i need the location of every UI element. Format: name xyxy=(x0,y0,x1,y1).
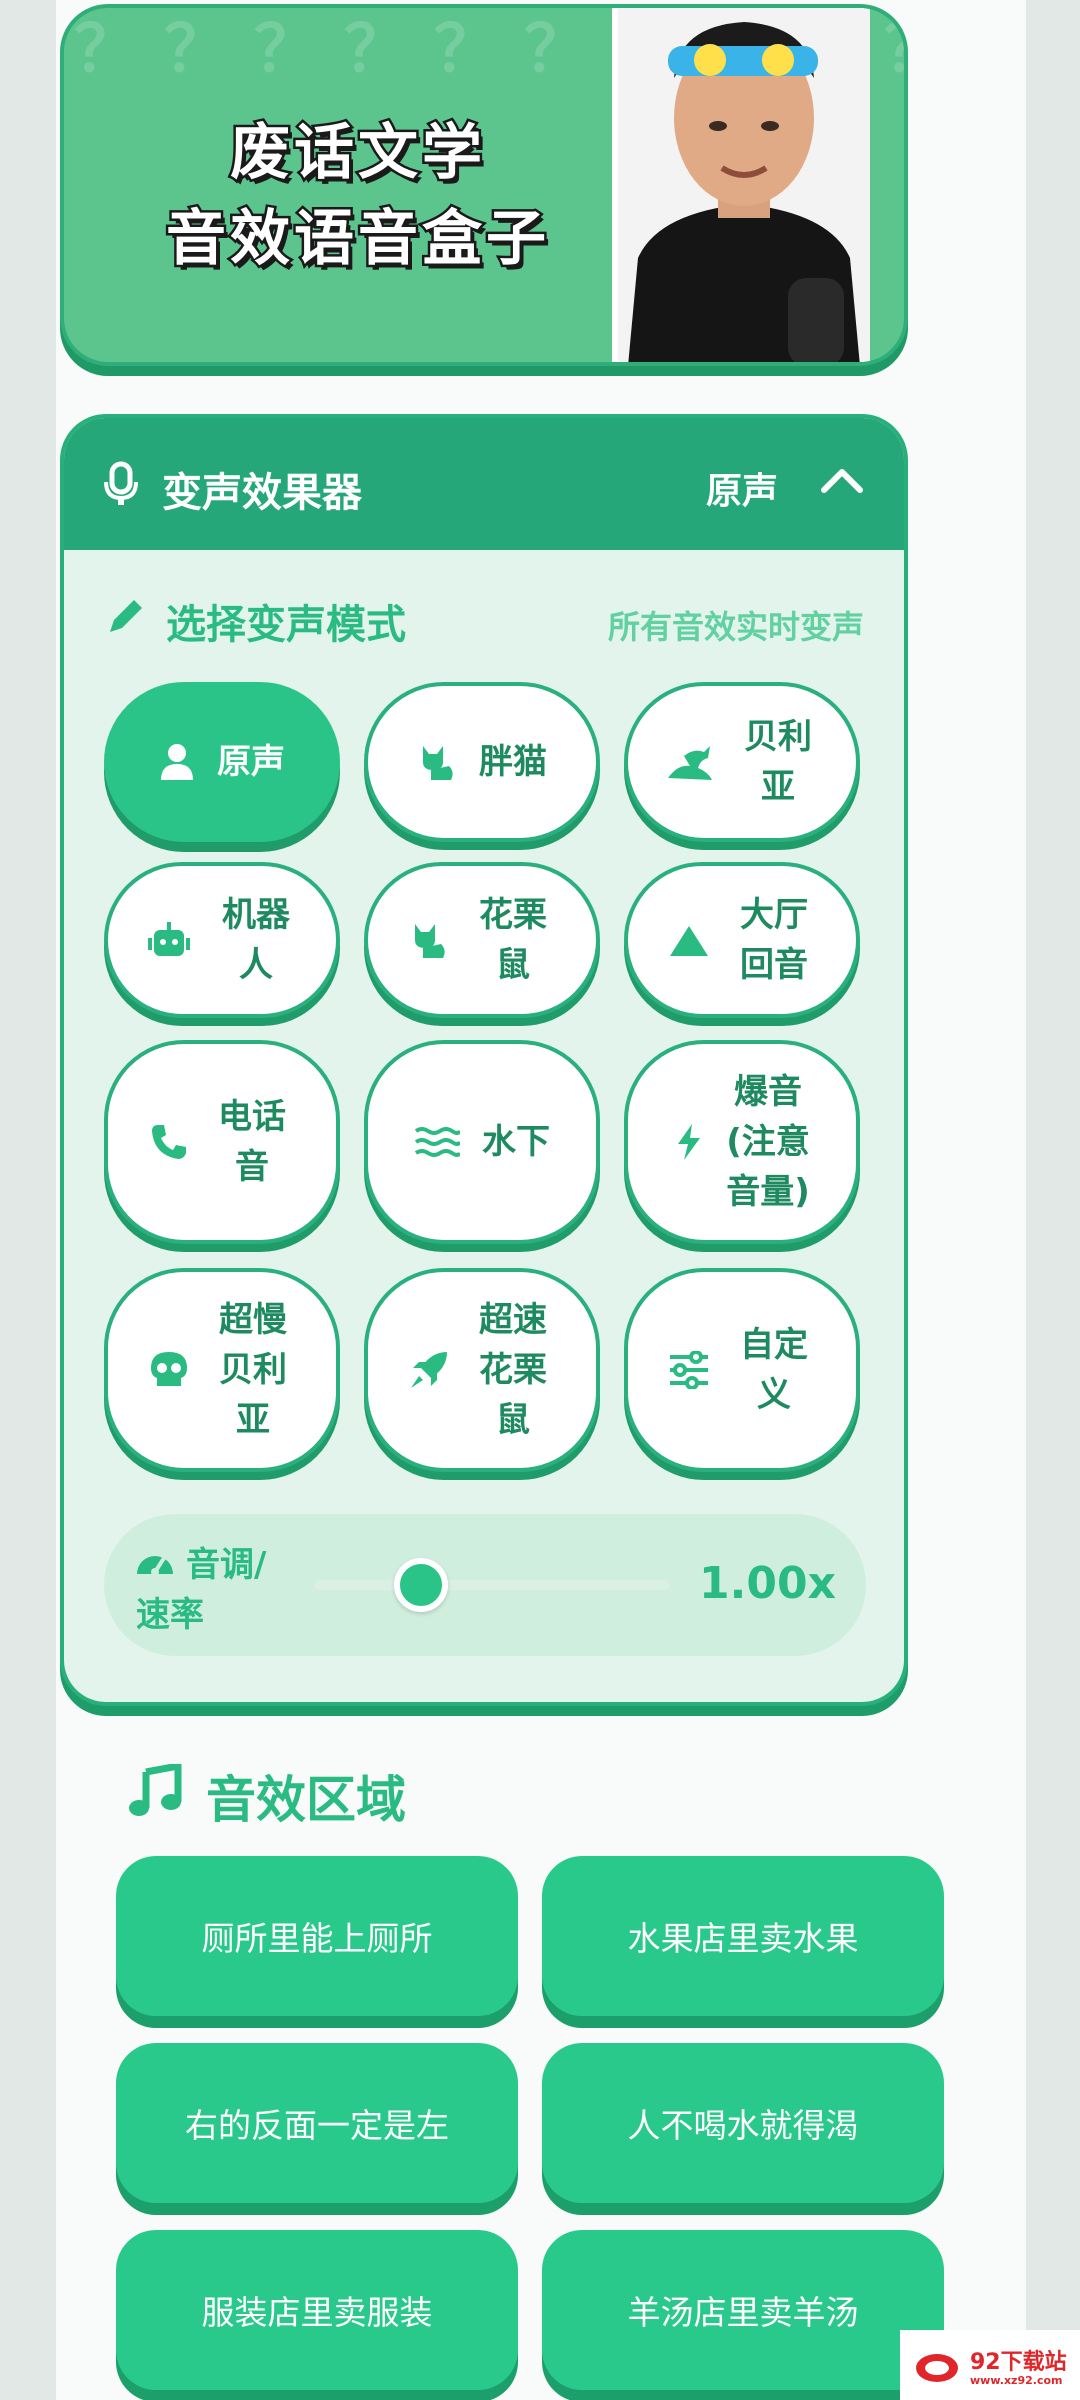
mode-button[interactable]: 胖猫 xyxy=(364,682,600,842)
water-icon xyxy=(414,1125,460,1159)
presenter-photo xyxy=(612,8,870,362)
banner-title-line2: 音效语音盒子 xyxy=(164,202,550,277)
mode-button[interactable]: 自定义 xyxy=(624,1268,860,1472)
mode-button[interactable]: 原声 xyxy=(104,682,340,842)
mic-icon xyxy=(102,460,142,510)
sfx-button[interactable]: 厕所里能上厕所 xyxy=(116,1856,518,2016)
pitch-slider-handle[interactable] xyxy=(393,1558,448,1612)
mode-label: 机器人 xyxy=(222,895,290,985)
rocket-icon xyxy=(409,1350,449,1390)
watermark-url: www.xz92.com xyxy=(970,2374,1063,2387)
mode-label: 超慢贝利亚 xyxy=(219,1300,287,1440)
sfx-button[interactable]: 右的反面一定是左 xyxy=(116,2043,518,2203)
chevron-up-icon[interactable] xyxy=(820,462,864,502)
mode-label: 原声 xyxy=(217,742,285,782)
mode-label: 电话音 xyxy=(218,1097,286,1187)
cat-icon xyxy=(417,742,457,782)
banner-title-line1: 废话文学 xyxy=(228,116,486,191)
mode-button[interactable]: 电话音 xyxy=(104,1040,340,1244)
music-note-icon xyxy=(129,1764,182,1816)
sliders-icon xyxy=(668,1351,710,1389)
mode-label: 自定义 xyxy=(740,1325,808,1415)
sfx-button[interactable]: 人不喝水就得渴 xyxy=(542,2043,944,2203)
mode-label: 爆音(注意音量) xyxy=(726,1072,810,1212)
cat-icon xyxy=(409,920,449,960)
banner: ？？？？？？？？？？？？？？？？？？？？？？？？？？？？？？？？？？？？？？？？… xyxy=(60,4,908,366)
section-note: 所有音效实时变声 xyxy=(607,608,864,646)
section-title: 选择变声模式 xyxy=(104,592,406,650)
watermark: 92下载站 www.xz92.com xyxy=(900,2330,1080,2400)
mode-label: 贝利亚 xyxy=(744,717,812,807)
skull-icon xyxy=(149,1350,189,1390)
pitch-value: 1.00x xyxy=(699,1558,836,1609)
mode-label: 超速花栗鼠 xyxy=(479,1300,547,1440)
bolt-icon xyxy=(674,1122,704,1162)
sfx-button[interactable]: 水果店里卖水果 xyxy=(542,1856,944,2016)
watermark-logo-icon xyxy=(916,2354,958,2382)
voice-changer-header[interactable]: 变声效果器 原声 xyxy=(64,418,904,550)
mode-label: 胖猫 xyxy=(479,742,547,782)
mode-button[interactable]: 水下 xyxy=(364,1040,600,1244)
mode-button[interactable]: 贝利亚 xyxy=(624,682,860,842)
mode-label: 水下 xyxy=(482,1122,550,1162)
mode-button[interactable]: 大厅回音 xyxy=(624,862,860,1018)
user-icon xyxy=(159,742,195,782)
current-mode-label: 原声 xyxy=(705,471,778,512)
pencil-icon xyxy=(110,600,142,632)
mountain-icon xyxy=(668,922,710,958)
voice-changer-title: 变声效果器 xyxy=(162,470,362,516)
sfx-button[interactable]: 羊汤店里卖羊汤 xyxy=(542,2230,944,2390)
sfx-title-text: 音效区域 xyxy=(206,1771,406,1829)
mode-button[interactable]: 爆音(注意音量) xyxy=(624,1040,860,1244)
section-title-text: 选择变声模式 xyxy=(166,602,406,648)
pitch-track[interactable] xyxy=(314,1580,670,1590)
pitch-label: 音调/速率 xyxy=(136,1545,267,1635)
phone-icon xyxy=(150,1123,188,1161)
voice-changer-panel: 变声效果器 原声 选择变声模式 所有音效实时变声 原声 胖猫 贝利亚 机器人 花栗鼠 大厅… xyxy=(60,414,908,1706)
sfx-section-title: 音效区域 xyxy=(128,1760,406,1832)
sfx-button[interactable]: 服装店里卖服装 xyxy=(116,2230,518,2390)
mode-button[interactable]: 机器人 xyxy=(104,862,340,1018)
mode-button[interactable]: 超速花栗鼠 xyxy=(364,1268,600,1472)
mode-button[interactable]: 超慢贝利亚 xyxy=(104,1268,340,1472)
pitch-control: 音调/速率 1.00x xyxy=(104,1514,866,1656)
watermark-name: 92下载站 xyxy=(970,2350,1067,2375)
robot-icon xyxy=(146,920,192,960)
mode-button[interactable]: 花栗鼠 xyxy=(364,862,600,1018)
mode-label: 大厅回音 xyxy=(740,895,808,985)
dragon-icon xyxy=(664,742,714,782)
mode-label: 花栗鼠 xyxy=(479,895,547,985)
